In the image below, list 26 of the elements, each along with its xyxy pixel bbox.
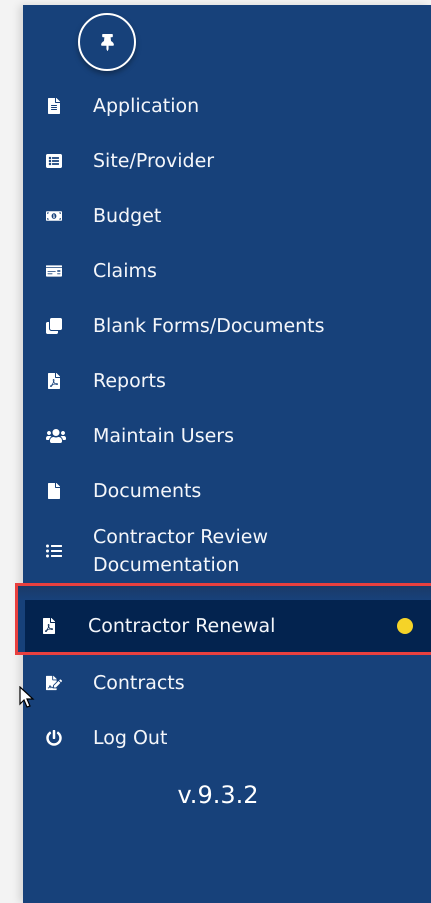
pin-button[interactable] — [78, 13, 136, 71]
menu-item[interactable]: Budget — [23, 188, 431, 243]
pdf-file-icon — [46, 372, 62, 388]
cursor-icon — [19, 686, 35, 710]
menu-item[interactable]: Log Out — [23, 710, 431, 765]
menu-item[interactable]: Application — [23, 78, 431, 133]
file-icon — [46, 482, 62, 498]
power-icon — [46, 730, 62, 746]
pin-icon — [98, 34, 116, 50]
menu-item[interactable]: Site/Provider — [23, 133, 431, 188]
menu-item[interactable]: Documents — [23, 463, 431, 518]
menu-item[interactable]: Maintain Users — [23, 408, 431, 463]
list-icon — [46, 542, 62, 558]
check-icon — [46, 262, 62, 278]
document-icon — [46, 98, 62, 114]
copy-icon — [46, 318, 62, 334]
pdf-file-icon — [41, 618, 57, 634]
menu-item[interactable]: Contracts — [23, 655, 431, 710]
menu-item[interactable]: Contractor Renewal — [25, 600, 431, 652]
list-icon — [46, 152, 62, 168]
menu-item[interactable]: Reports — [23, 353, 431, 408]
menu-item[interactable]: Contractor Review Documentation — [23, 518, 431, 583]
version-label: v.9.3.2 — [176, 780, 260, 809]
menu-item[interactable]: Blank Forms/Documents — [23, 298, 431, 353]
menu-item[interactable]: Claims — [23, 243, 431, 298]
file-pen-icon — [46, 674, 62, 690]
